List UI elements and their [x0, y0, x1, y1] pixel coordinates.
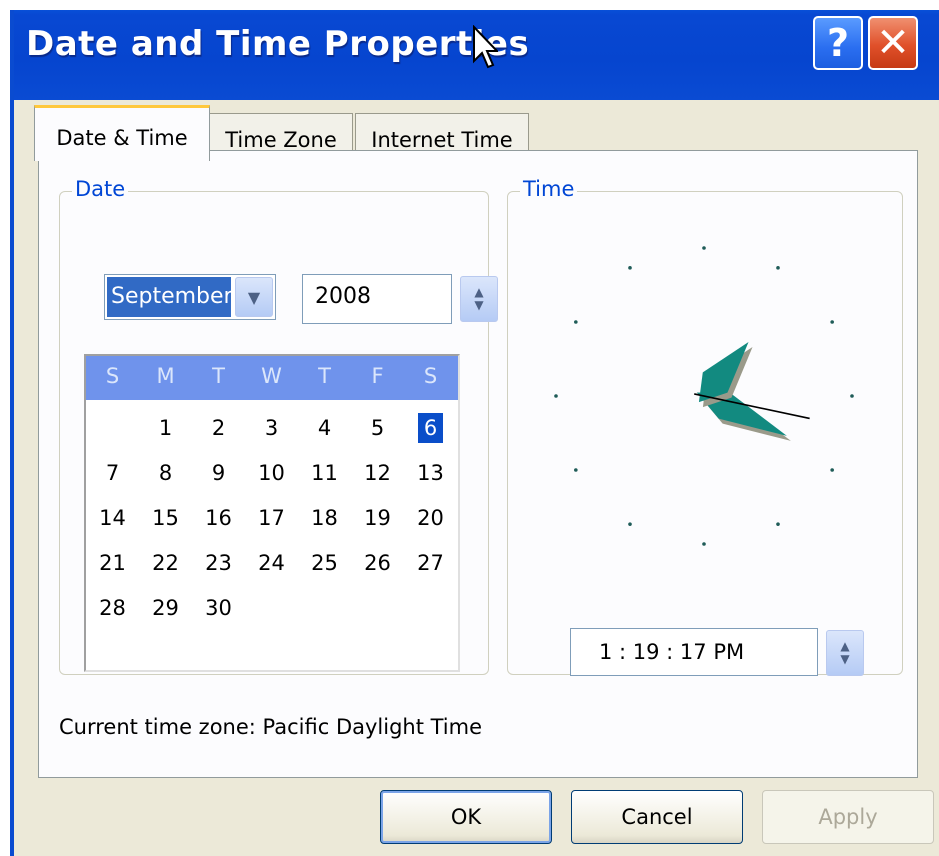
calendar-day[interactable]: 27 [404, 543, 457, 583]
cancel-button[interactable]: Cancel [571, 790, 743, 844]
date-time-properties-window: Date and Time Properties ? ✕ Date & Time… [10, 10, 939, 856]
close-button[interactable]: ✕ [868, 16, 918, 70]
hour-mark [702, 542, 706, 546]
calendar-day[interactable]: 10 [245, 453, 298, 493]
calendar-day[interactable]: 4 [298, 408, 351, 448]
title-bar[interactable]: Date and Time Properties ? ✕ [14, 10, 939, 100]
calendar-day[interactable]: 26 [351, 543, 404, 583]
hour-mark [628, 522, 632, 526]
calendar-day[interactable]: 20 [404, 498, 457, 538]
weekday-header: S [423, 364, 438, 388]
current-time-zone-text: Current time zone: Pacific Daylight Time [59, 715, 483, 739]
clock-hands [694, 341, 810, 441]
weekday-header: T [318, 364, 331, 388]
calendar-day[interactable]: 1 [139, 408, 192, 448]
spin-down-icon[interactable]: ▼ [474, 299, 483, 312]
help-button[interactable]: ? [813, 16, 863, 70]
month-dropdown[interactable]: September ▼ [104, 274, 276, 320]
chevron-down-icon[interactable]: ▼ [235, 277, 273, 317]
time-input[interactable]: 1 : 19 : 17 PM [570, 628, 818, 676]
tab-date-time[interactable]: Date & Time [34, 105, 210, 161]
hour-mark [850, 394, 854, 398]
hour-mark [574, 468, 578, 472]
calendar-day[interactable]: 14 [86, 498, 139, 538]
year-spinner[interactable]: ▲ ▼ [460, 276, 498, 322]
time-group-label: Time [520, 177, 578, 201]
ok-button[interactable]: OK [380, 790, 552, 844]
weekday-header: T [212, 364, 225, 388]
calendar-day[interactable]: 17 [245, 498, 298, 538]
calendar-day[interactable]: 24 [245, 543, 298, 583]
calendar-day[interactable]: 8 [139, 453, 192, 493]
date-group-label: Date [72, 177, 129, 201]
hour-mark [554, 394, 558, 398]
window-title: Date and Time Properties [26, 24, 530, 64]
calendar-weekday-header: SMTWTFS [86, 356, 458, 400]
hour-mark [702, 246, 706, 250]
analog-clock [554, 246, 854, 546]
calendar-day[interactable]: 30 [192, 588, 245, 628]
hour-mark [628, 266, 632, 270]
weekday-header: F [371, 364, 384, 388]
weekday-header: W [261, 364, 282, 388]
calendar-day[interactable]: 2 [192, 408, 245, 448]
calendar-day[interactable]: 29 [139, 588, 192, 628]
weekday-header: S [105, 364, 120, 388]
calendar-day[interactable]: 13 [404, 453, 457, 493]
calendar-day[interactable]: 15 [139, 498, 192, 538]
weekday-header: M [156, 364, 175, 388]
calendar-day[interactable]: 22 [139, 543, 192, 583]
date-time-tab-panel: Date September ▼ 2008 ▲ ▼ SMTWTFS 123456… [38, 150, 918, 778]
time-spinner[interactable]: ▲ ▼ [826, 630, 864, 676]
date-group: Date September ▼ 2008 ▲ ▼ SMTWTFS 123456… [59, 177, 498, 675]
mouse-pointer-icon [473, 25, 498, 69]
calendar-day[interactable]: 3 [245, 408, 298, 448]
calendar-day[interactable]: 23 [192, 543, 245, 583]
time-group: Time 1 : 19 : 17 PM ▲ ▼ [507, 177, 903, 676]
calendar-day[interactable]: 25 [298, 543, 351, 583]
calendar-day[interactable]: 19 [351, 498, 404, 538]
calendar-day[interactable]: 16 [192, 498, 245, 538]
calendar-day[interactable]: 5 [351, 408, 404, 448]
month-calendar[interactable]: SMTWTFS 1 2 3 4 5 6 7 8 9 10 11 12 13 14 15 16 17 18 19 20 2… [84, 354, 460, 672]
calendar-day[interactable]: 18 [298, 498, 351, 538]
year-input[interactable]: 2008 [302, 274, 452, 324]
hour-mark [776, 266, 780, 270]
hour-mark [830, 468, 834, 472]
calendar-day[interactable]: 9 [192, 453, 245, 493]
spin-down-icon[interactable]: ▼ [840, 653, 849, 666]
calendar-day[interactable]: 12 [351, 453, 404, 493]
calendar-day[interactable]: 28 [86, 588, 139, 628]
apply-button[interactable]: Apply [762, 790, 934, 844]
calendar-day[interactable]: 6 [404, 408, 457, 448]
hour-mark [574, 320, 578, 324]
calendar-day[interactable]: 7 [86, 453, 139, 493]
calendar-day[interactable]: 11 [298, 453, 351, 493]
month-value: September [107, 277, 231, 317]
hour-mark [830, 320, 834, 324]
hour-mark [776, 522, 780, 526]
calendar-day[interactable]: 21 [86, 543, 139, 583]
